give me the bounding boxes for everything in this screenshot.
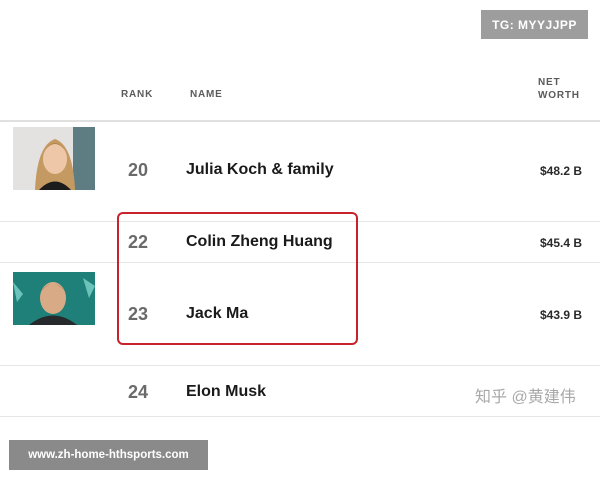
rank-column-header: RANK (121, 89, 154, 100)
table-row-name: Julia Koch & family (186, 161, 334, 178)
name-column-header: NAME (190, 89, 223, 100)
jack-ma-photo (13, 272, 95, 325)
table-row-net-worth: $43.9 B (539, 308, 582, 322)
net-worth-header-line2: WORTH (538, 90, 580, 101)
website-url-badge: www.zh-home-hthsports.com (9, 440, 208, 470)
table-row-net-worth: $48.2 B (539, 164, 582, 178)
row-divider (0, 416, 600, 417)
zhihu-watermark: 知乎 @黄建伟 (475, 389, 576, 406)
net-worth-column-header: NET WORTH (538, 76, 588, 102)
table-row-net-worth: $45.4 B (539, 236, 582, 250)
header-divider (0, 120, 600, 122)
row-divider (0, 365, 600, 366)
highlight-box (117, 212, 358, 345)
julia-koch-photo (13, 127, 95, 190)
table-row-name: Elon Musk (186, 383, 267, 400)
net-worth-header-line1: NET (538, 77, 561, 88)
telegram-badge: TG: MYYJJPP (481, 10, 588, 39)
table-row-rank: 24 (128, 382, 149, 402)
table-row-rank: 20 (128, 160, 149, 180)
